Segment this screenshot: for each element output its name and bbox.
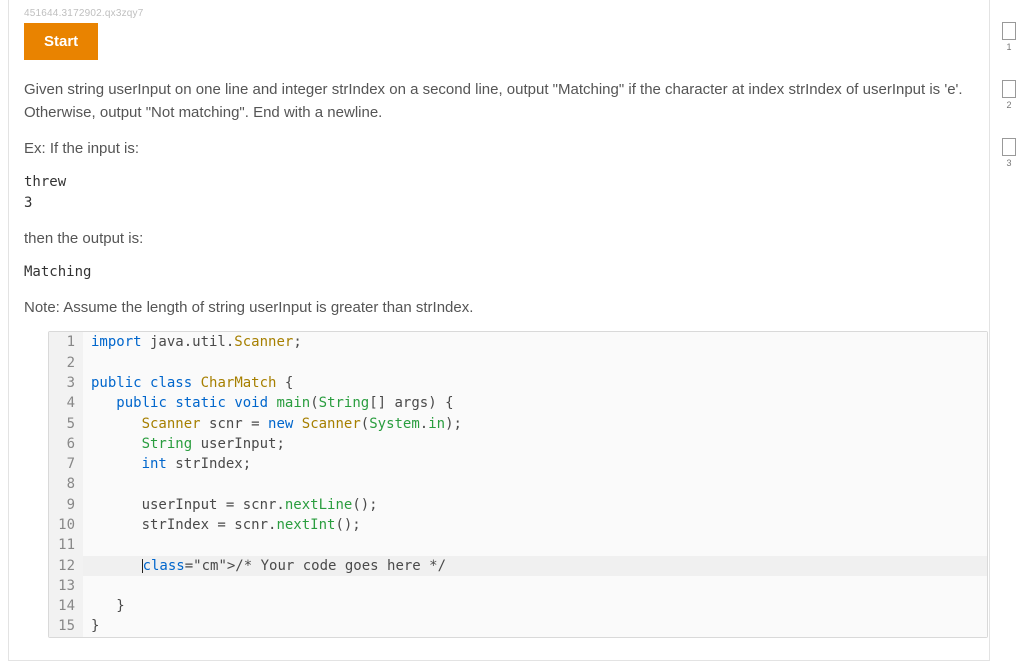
problem-statement: Given string userInput on one line and i… xyxy=(24,78,966,319)
code-line[interactable]: 9 userInput = scnr.nextLine(); xyxy=(49,495,987,515)
line-number: 12 xyxy=(49,556,83,576)
code-line[interactable]: 12 class="cm">/* Your code goes here */ xyxy=(49,556,987,576)
code-text[interactable] xyxy=(83,535,987,555)
step-marker-2[interactable]: 2 xyxy=(998,80,1020,110)
code-text[interactable]: } xyxy=(83,596,987,616)
code-text[interactable] xyxy=(83,576,987,596)
code-text[interactable]: } xyxy=(83,616,987,636)
code-line[interactable]: 8 xyxy=(49,474,987,494)
code-text[interactable]: class="cm">/* Your code goes here */ xyxy=(83,556,987,576)
code-line[interactable]: 2 xyxy=(49,353,987,373)
code-editor[interactable]: 1import java.util.Scanner;2 3public clas… xyxy=(48,331,988,637)
code-line[interactable]: 15} xyxy=(49,616,987,636)
code-text[interactable]: strIndex = scnr.nextInt(); xyxy=(83,515,987,535)
meta-id: 451644.3172902.qx3zqy7 xyxy=(24,8,966,19)
code-text[interactable]: public static void main(String[] args) { xyxy=(83,393,987,413)
line-number: 1 xyxy=(49,332,83,352)
line-number: 13 xyxy=(49,576,83,596)
line-number: 4 xyxy=(49,393,83,413)
code-text[interactable]: Scanner scnr = new Scanner(System.in); xyxy=(83,414,987,434)
line-number: 10 xyxy=(49,515,83,535)
code-text[interactable]: userInput = scnr.nextLine(); xyxy=(83,495,987,515)
then-label: then the output is: xyxy=(24,227,966,250)
example-output: Matching xyxy=(24,262,966,284)
line-number: 2 xyxy=(49,353,83,373)
step-box-icon xyxy=(1002,22,1016,40)
code-text[interactable]: import java.util.Scanner; xyxy=(83,332,987,352)
activity-panel: 451644.3172902.qx3zqy7 Start Given strin… xyxy=(0,0,990,638)
example-label: Ex: If the input is: xyxy=(24,137,966,160)
code-text[interactable]: int strIndex; xyxy=(83,454,987,474)
code-line[interactable]: 14 } xyxy=(49,596,987,616)
line-number: 7 xyxy=(49,454,83,474)
step-number: 3 xyxy=(1006,158,1011,168)
line-number: 11 xyxy=(49,535,83,555)
code-text[interactable] xyxy=(83,474,987,494)
step-indicator: 1 2 3 xyxy=(998,22,1020,168)
line-number: 3 xyxy=(49,373,83,393)
code-line[interactable]: 10 strIndex = scnr.nextInt(); xyxy=(49,515,987,535)
step-box-icon xyxy=(1002,80,1016,98)
problem-description: Given string userInput on one line and i… xyxy=(24,78,966,125)
line-number: 9 xyxy=(49,495,83,515)
code-line[interactable]: 11 xyxy=(49,535,987,555)
note: Note: Assume the length of string userIn… xyxy=(24,296,966,319)
line-number: 14 xyxy=(49,596,83,616)
line-number: 5 xyxy=(49,414,83,434)
example-input: threw 3 xyxy=(24,172,966,215)
step-number: 2 xyxy=(1006,100,1011,110)
code-text[interactable]: public class CharMatch { xyxy=(83,373,987,393)
code-line[interactable]: 5 Scanner scnr = new Scanner(System.in); xyxy=(49,414,987,434)
start-button[interactable]: Start xyxy=(24,23,98,60)
step-number: 1 xyxy=(1006,42,1011,52)
line-number: 8 xyxy=(49,474,83,494)
code-line[interactable]: 7 int strIndex; xyxy=(49,454,987,474)
code-line[interactable]: 13 xyxy=(49,576,987,596)
code-line[interactable]: 4 public static void main(String[] args)… xyxy=(49,393,987,413)
step-box-icon xyxy=(1002,138,1016,156)
code-line[interactable]: 6 String userInput; xyxy=(49,434,987,454)
code-line[interactable]: 3public class CharMatch { xyxy=(49,373,987,393)
code-text[interactable] xyxy=(83,353,987,373)
code-text[interactable]: String userInput; xyxy=(83,434,987,454)
step-marker-3[interactable]: 3 xyxy=(998,138,1020,168)
code-line[interactable]: 1import java.util.Scanner; xyxy=(49,332,987,352)
line-number: 15 xyxy=(49,616,83,636)
step-marker-1[interactable]: 1 xyxy=(998,22,1020,52)
line-number: 6 xyxy=(49,434,83,454)
